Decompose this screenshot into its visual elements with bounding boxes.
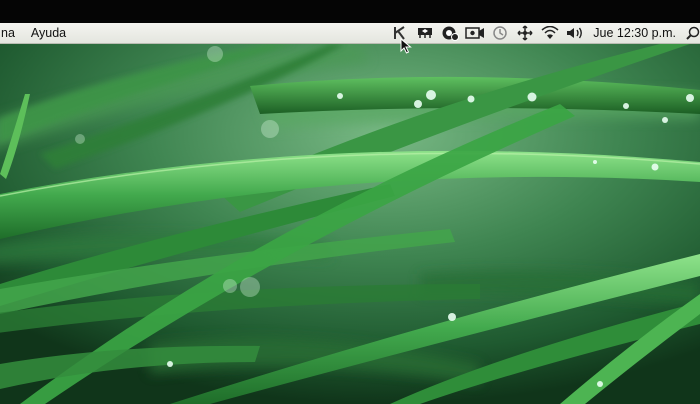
menu-item-na[interactable]: na [0, 23, 23, 43]
spotlight-search-icon[interactable] [686, 23, 700, 43]
screen: na Ayuda Jue 12:30 p.m. [0, 0, 700, 404]
menu-bar-right: Jue 12:30 p.m. [387, 23, 700, 43]
menu-bar: na Ayuda Jue 12:30 p.m. [0, 23, 700, 44]
grass-wallpaper-image [0, 44, 700, 404]
cloud-server-icon[interactable] [412, 23, 437, 43]
menu-bar-clock[interactable]: Jue 12:30 p.m. [587, 26, 686, 40]
volume-icon[interactable] [562, 23, 587, 43]
wifi-icon[interactable] [537, 23, 562, 43]
time-machine-icon[interactable] [487, 23, 512, 43]
top-black-bar [0, 0, 700, 23]
menu-item-help[interactable]: Ayuda [23, 23, 74, 43]
mouse-cursor-icon [400, 38, 412, 54]
creative-cloud-icon[interactable] [437, 23, 462, 43]
desktop-wallpaper [0, 44, 700, 404]
menu-bar-left: na Ayuda [0, 23, 74, 43]
move-icon[interactable] [512, 23, 537, 43]
screen-record-icon[interactable] [462, 23, 487, 43]
